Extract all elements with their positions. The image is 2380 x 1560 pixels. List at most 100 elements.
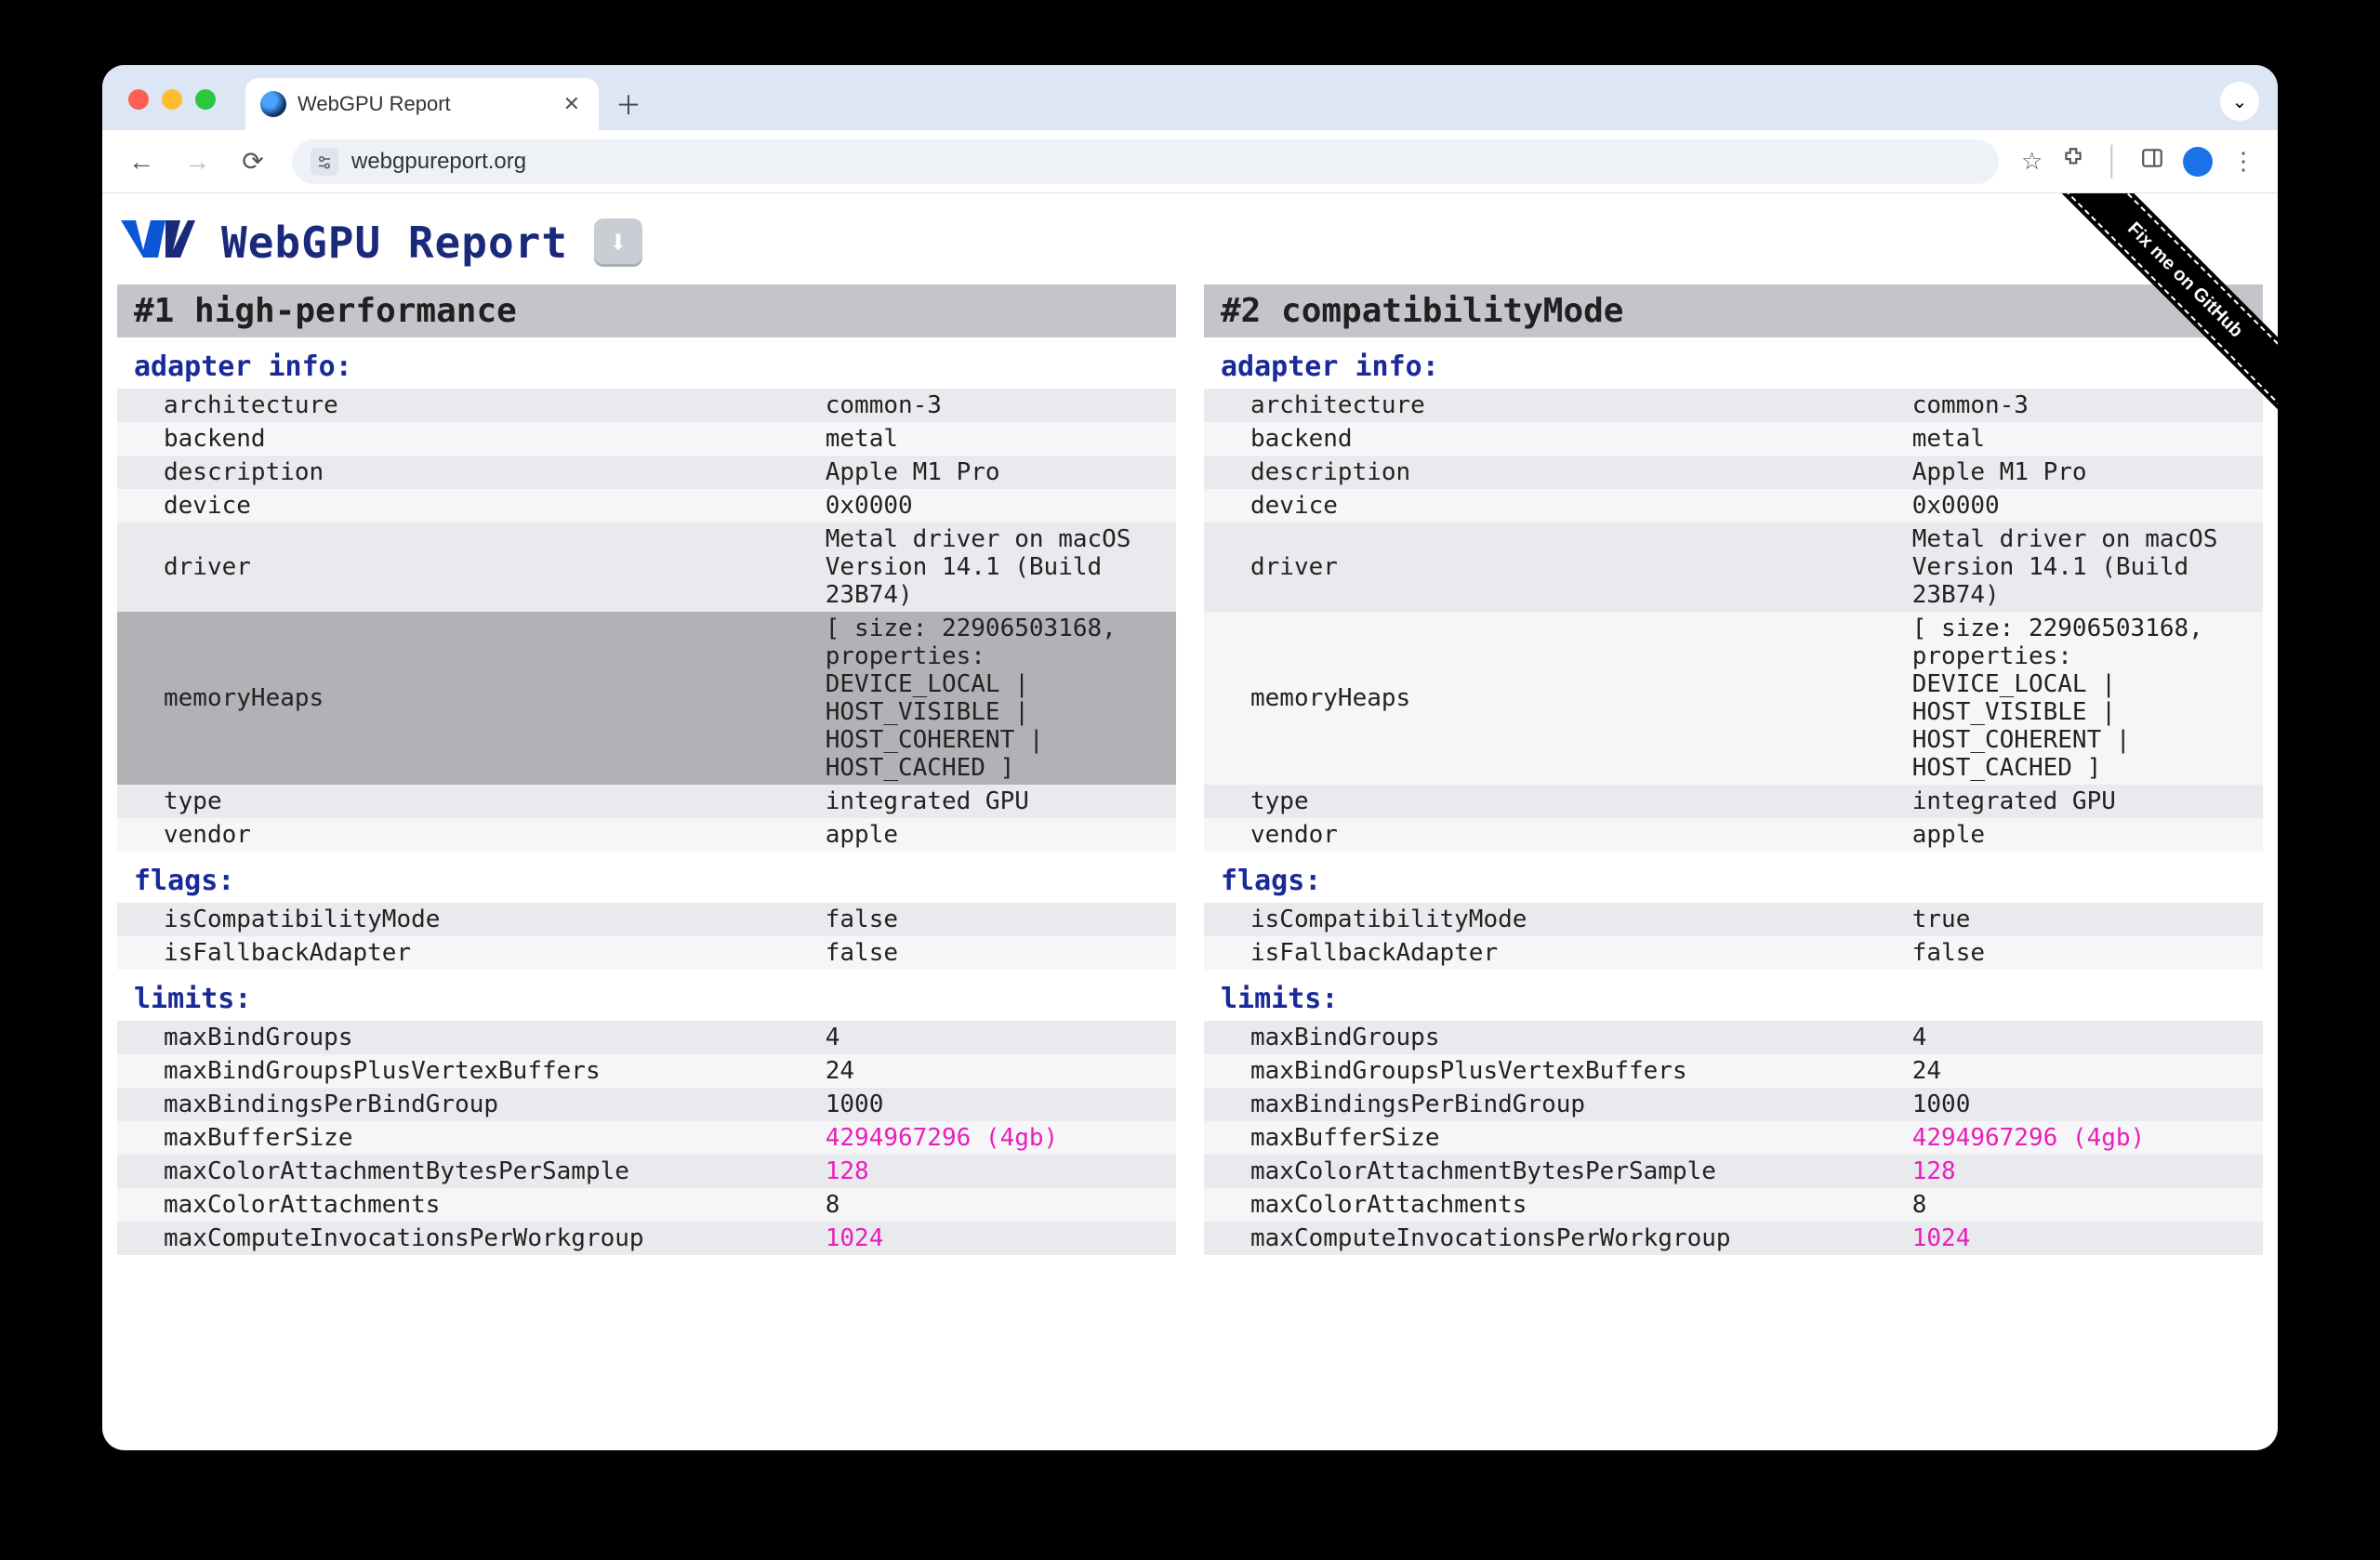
table-row[interactable]: maxColorAttachmentBytesPerSample128 (117, 1155, 1176, 1188)
table-row[interactable]: maxBufferSize4294967296 (4gb) (1204, 1121, 2263, 1155)
table-row[interactable]: maxBindGroups4 (117, 1021, 1176, 1054)
row-value: true (1903, 903, 2263, 936)
table-row[interactable]: maxBindingsPerBindGroup1000 (1204, 1088, 2263, 1121)
browser-tab[interactable]: WebGPU Report ✕ (245, 78, 599, 130)
row-value: 1024 (1903, 1222, 2263, 1255)
row-value: integrated GPU (816, 785, 1176, 818)
menu-icon[interactable]: ⋮ (2231, 147, 2255, 176)
row-key: maxBindGroups (117, 1021, 816, 1054)
row-key: maxColorAttachmentBytesPerSample (117, 1155, 816, 1188)
table-row[interactable]: maxBufferSize4294967296 (4gb) (117, 1121, 1176, 1155)
table-row[interactable]: maxBindGroupsPlusVertexBuffers24 (117, 1054, 1176, 1088)
table-row[interactable]: maxColorAttachments8 (1204, 1188, 2263, 1222)
zoom-window-button[interactable] (195, 89, 216, 110)
row-key: description (1204, 456, 1903, 489)
table-row[interactable]: typeintegrated GPU (117, 785, 1176, 818)
row-value: 24 (1903, 1054, 2263, 1088)
row-value: [ size: 22906503168, properties: DEVICE_… (816, 612, 1176, 785)
table-row[interactable]: backendmetal (117, 422, 1176, 456)
table-row[interactable]: descriptionApple M1 Pro (117, 456, 1176, 489)
github-ribbon-label: Fix me on GitHub (2038, 193, 2278, 428)
forward-button[interactable]: → (180, 147, 214, 177)
table-row[interactable]: driverMetal driver on macOS Version 14.1… (117, 522, 1176, 612)
back-button[interactable]: ← (125, 147, 158, 177)
row-value: 1000 (1903, 1088, 2263, 1121)
row-value: false (816, 936, 1176, 970)
row-key: isFallbackAdapter (1204, 936, 1903, 970)
tab-list-button[interactable]: ⌄ (2220, 82, 2259, 121)
row-value: 128 (1903, 1155, 2263, 1188)
minimize-window-button[interactable] (162, 89, 182, 110)
github-ribbon[interactable]: Fix me on GitHub (2017, 193, 2278, 454)
row-value: 4294967296 (4gb) (1903, 1121, 2263, 1155)
table-row[interactable]: device0x0000 (117, 489, 1176, 522)
profile-avatar[interactable] (2183, 147, 2213, 177)
reload-button[interactable]: ⟳ (236, 146, 270, 177)
table-row[interactable]: maxComputeInvocationsPerWorkgroup1024 (1204, 1222, 2263, 1255)
section-title: limits: (1204, 970, 2263, 1021)
row-key: memoryHeaps (117, 612, 816, 785)
kv-table: architecturecommon-3backendmetaldescript… (1204, 389, 2263, 852)
table-row[interactable]: maxComputeInvocationsPerWorkgroup1024 (117, 1222, 1176, 1255)
row-key: isCompatibilityMode (1204, 903, 1903, 936)
browser-toolbar: ← → ⟳ webgpureport.org ☆ │ ⋮ (102, 130, 2278, 193)
row-key: maxBindGroups (1204, 1021, 1903, 1054)
row-value: 4 (1903, 1021, 2263, 1054)
close-window-button[interactable] (128, 89, 149, 110)
table-row[interactable]: maxBindGroups4 (1204, 1021, 2263, 1054)
download-button[interactable]: ⬇ (594, 218, 642, 267)
row-key: maxBindGroupsPlusVertexBuffers (1204, 1054, 1903, 1088)
row-key: maxColorAttachments (117, 1188, 816, 1222)
table-row[interactable]: maxColorAttachments8 (117, 1188, 1176, 1222)
table-row[interactable]: isFallbackAdapterfalse (117, 936, 1176, 970)
row-key: maxBindGroupsPlusVertexBuffers (117, 1054, 816, 1088)
row-value: false (1903, 936, 2263, 970)
row-key: driver (1204, 522, 1903, 612)
extensions-icon[interactable] (2061, 146, 2085, 177)
site-info-icon[interactable] (311, 148, 338, 176)
row-key: isFallbackAdapter (117, 936, 816, 970)
row-value: common-3 (816, 389, 1176, 422)
row-key: architecture (117, 389, 816, 422)
table-row[interactable]: descriptionApple M1 Pro (1204, 456, 2263, 489)
table-row[interactable]: maxBindingsPerBindGroup1000 (117, 1088, 1176, 1121)
table-row[interactable]: isCompatibilityModetrue (1204, 903, 2263, 936)
new-tab-button[interactable]: ＋ (610, 86, 647, 123)
table-row[interactable]: vendorapple (117, 818, 1176, 852)
table-row[interactable]: architecturecommon-3 (117, 389, 1176, 422)
page-header: WebGPU Report ⬇ (102, 193, 2278, 284)
kv-table: maxBindGroups4maxBindGroupsPlusVertexBuf… (1204, 1021, 2263, 1255)
row-value: metal (816, 422, 1176, 456)
row-value: integrated GPU (1903, 785, 2263, 818)
section-title: adapter info: (117, 337, 1176, 389)
row-value: Apple M1 Pro (816, 456, 1176, 489)
row-value: 8 (1903, 1188, 2263, 1222)
row-value: 4 (816, 1021, 1176, 1054)
table-row[interactable]: memoryHeaps[ size: 22906503168, properti… (1204, 612, 2263, 785)
side-panel-icon[interactable] (2140, 146, 2164, 177)
table-row[interactable]: memoryHeaps[ size: 22906503168, properti… (117, 612, 1176, 785)
bookmark-icon[interactable]: ☆ (2021, 147, 2043, 176)
kv-table: isCompatibilityModefalseisFallbackAdapte… (117, 903, 1176, 970)
row-key: device (117, 489, 816, 522)
table-row[interactable]: typeintegrated GPU (1204, 785, 2263, 818)
kv-table: architecturecommon-3backendmetaldescript… (117, 389, 1176, 852)
adapter-column: #1 high-performanceadapter info:architec… (117, 284, 1176, 1255)
adapter-heading: #1 high-performance (117, 284, 1176, 337)
row-value: Metal driver on macOS Version 14.1 (Buil… (816, 522, 1176, 612)
table-row[interactable]: driverMetal driver on macOS Version 14.1… (1204, 522, 2263, 612)
table-row[interactable]: isFallbackAdapterfalse (1204, 936, 2263, 970)
row-key: maxColorAttachmentBytesPerSample (1204, 1155, 1903, 1188)
table-row[interactable]: maxColorAttachmentBytesPerSample128 (1204, 1155, 2263, 1188)
row-value: 0x0000 (1903, 489, 2263, 522)
address-bar[interactable]: webgpureport.org (292, 139, 1999, 184)
row-key: maxComputeInvocationsPerWorkgroup (1204, 1222, 1903, 1255)
table-row[interactable]: vendorapple (1204, 818, 2263, 852)
page-content: Fix me on GitHub WebGPU Report ⬇ #1 high… (102, 193, 2278, 1450)
table-row[interactable]: maxBindGroupsPlusVertexBuffers24 (1204, 1054, 2263, 1088)
close-tab-icon[interactable]: ✕ (563, 92, 580, 116)
table-row[interactable]: isCompatibilityModefalse (117, 903, 1176, 936)
row-key: backend (117, 422, 816, 456)
table-row[interactable]: device0x0000 (1204, 489, 2263, 522)
page-title: WebGPU Report (221, 218, 568, 268)
